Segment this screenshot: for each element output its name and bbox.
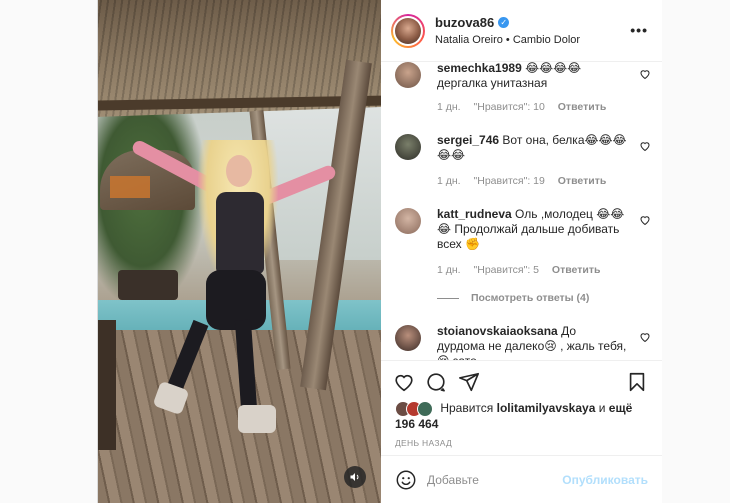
- post-date[interactable]: ДЕНЬ НАЗАД: [395, 438, 452, 448]
- like-heart-icon[interactable]: [393, 371, 415, 393]
- liker-avatars: [395, 401, 433, 417]
- comment-likes-count[interactable]: "Нравится": 10: [474, 101, 545, 113]
- add-comment-bar: Опубликовать: [381, 455, 662, 503]
- more-options-button[interactable]: •••: [630, 22, 648, 38]
- verified-badge-icon: ✓: [498, 17, 510, 28]
- comment-likes-count[interactable]: "Нравится": 19: [474, 175, 545, 187]
- commenter-avatar[interactable]: [395, 208, 421, 234]
- speaker-icon: [350, 473, 359, 481]
- instagram-post: buzova86 ✓ Natalia Oreiro • Cambio Dolor…: [97, 0, 662, 503]
- save-bookmark-icon[interactable]: [626, 371, 648, 393]
- likes-summary: Нравится lolitamilyavskaya и ещё 196 464: [395, 401, 633, 431]
- comment-username[interactable]: sergei_746: [437, 133, 499, 147]
- comment-like-heart-icon[interactable]: [639, 68, 651, 80]
- commenter-avatar[interactable]: [395, 325, 421, 351]
- comment-input[interactable]: [427, 470, 557, 490]
- comment-username[interactable]: stoianovskaiaoksana: [437, 324, 558, 338]
- avatar: [417, 401, 433, 417]
- sound-toggle-button[interactable]: [344, 466, 366, 488]
- share-send-icon[interactable]: [458, 371, 480, 393]
- comment-username[interactable]: katt_rudneva: [437, 207, 512, 221]
- comment-like-heart-icon[interactable]: [639, 214, 651, 226]
- reply-button[interactable]: Ответить: [558, 101, 607, 113]
- comment-username[interactable]: semechka1989: [437, 62, 522, 75]
- avatar[interactable]: [391, 14, 425, 48]
- comments-list: semechka1989 😂😂😂😂 дергалка унитазная 1 д…: [381, 62, 662, 360]
- comment-like-heart-icon[interactable]: [639, 140, 651, 152]
- author-username[interactable]: buzova86: [435, 15, 494, 30]
- commenter-avatar[interactable]: [395, 134, 421, 160]
- view-replies-button[interactable]: Посмотреть ответы (4): [437, 292, 589, 304]
- post-video[interactable]: [98, 0, 381, 503]
- reply-button[interactable]: Ответить: [558, 175, 607, 187]
- reply-button[interactable]: Ответить: [552, 264, 601, 276]
- audio-info[interactable]: Natalia Oreiro • Cambio Dolor: [435, 34, 580, 46]
- comment-bubble-icon[interactable]: [425, 371, 447, 393]
- commenter-avatar[interactable]: [395, 62, 421, 88]
- comment-time: 1 дн.: [437, 101, 461, 113]
- comment-time: 1 дн.: [437, 175, 461, 187]
- comment-time: 1 дн.: [437, 264, 461, 276]
- liker-username[interactable]: lolitamilyavskaya: [497, 401, 596, 415]
- post-side-panel: buzova86 ✓ Natalia Oreiro • Cambio Dolor…: [381, 0, 662, 503]
- comment-likes-count[interactable]: "Нравится": 5: [474, 264, 539, 276]
- view-replies-label: Посмотреть ответы (4): [471, 292, 590, 304]
- post-header: buzova86 ✓ Natalia Oreiro • Cambio Dolor…: [381, 0, 662, 62]
- post-actions: Нравится lolitamilyavskaya и ещё 196 464…: [381, 360, 662, 450]
- publish-button[interactable]: Опубликовать: [562, 473, 648, 487]
- emoji-smiley-icon[interactable]: [395, 469, 417, 491]
- comment-like-heart-icon[interactable]: [639, 331, 651, 343]
